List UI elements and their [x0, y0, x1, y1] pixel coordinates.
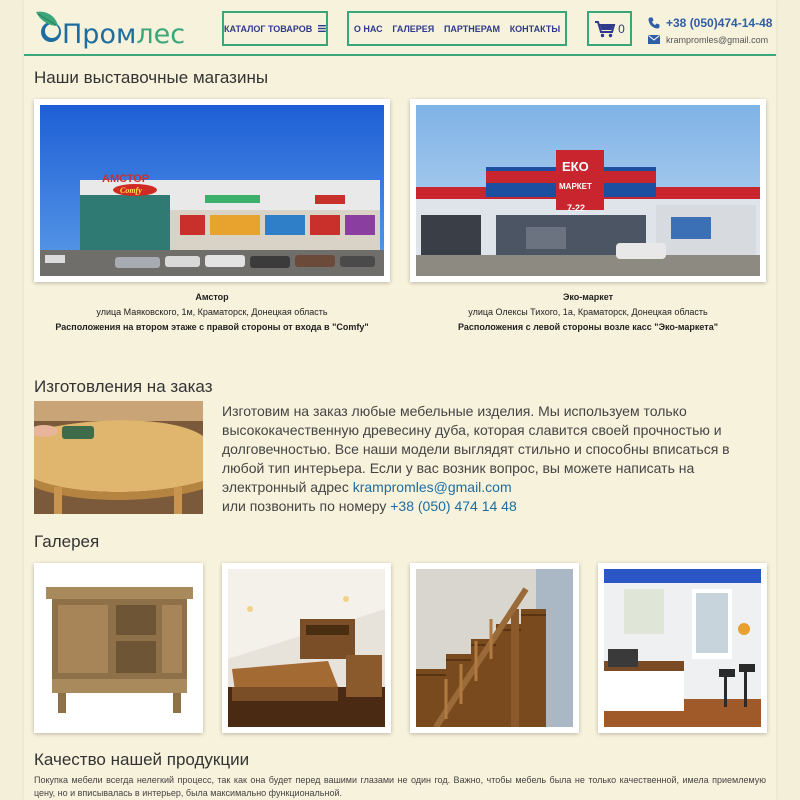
market-sign: МАРКЕТ [559, 182, 592, 191]
header-email[interactable]: krampromles@gmail.com [666, 35, 768, 45]
quality-text: Покупка мебели всегда нелегкий процесс, … [34, 775, 766, 798]
nav-contacts[interactable]: КОНТАКТЫ [510, 24, 560, 34]
phone-icon [648, 17, 660, 29]
order-text-block: Изготовим на заказ любые мебельные издел… [222, 402, 762, 516]
gallery-title: Галерея [34, 532, 100, 551]
nav-about[interactable]: О НАС [354, 24, 383, 34]
order-email-link[interactable]: krampromles@gmail.com [353, 479, 512, 495]
header-phone[interactable]: +38 (050)474-14-48 [666, 16, 772, 30]
store-photo-ekomarket[interactable]: ЕКО МАРКЕТ 7-22 [410, 99, 766, 282]
gallery-item-tv-cabinet[interactable] [34, 563, 203, 733]
hours-sign: 7-22 [567, 203, 585, 213]
kitchen-photo [604, 569, 761, 727]
store-caption-ekomarket: Эко-маркет улица Олексы Тихого, 1а, Крам… [410, 290, 766, 335]
store-name: Эко-маркет [562, 292, 614, 302]
catalog-button[interactable]: КАТАЛОГ ТОВАРОВ [222, 11, 328, 46]
workshop-photo [34, 401, 203, 514]
store-caption-amstor: Амстор улица Маяковского, 1м, Краматорск… [34, 290, 390, 335]
nav-gallery[interactable]: ГАЛЕРЕЯ [392, 24, 434, 34]
store-address: улица Олексы Тихого, 1а, Краматорск, Дон… [468, 307, 708, 317]
eko-sign: ЕКО [562, 159, 589, 174]
order-phone-link[interactable]: +38 (050) 474 14 48 [390, 498, 517, 514]
ekomarket-photo: ЕКО МАРКЕТ 7-22 [416, 105, 760, 276]
site-header: Промлес КАТАЛОГ ТОВАРОВ О НАС ГАЛЕРЕЯ ПА… [24, 0, 776, 56]
gallery-item-kitchen[interactable] [598, 563, 767, 733]
tv-cabinet-photo [40, 569, 197, 727]
header-contacts: +38 (050)474-14-48 krampromles@gmail.com [648, 14, 776, 48]
amstor-photo: АМСТОР Comfy [40, 105, 384, 276]
staircase-photo [416, 569, 573, 727]
store-photo-amstor[interactable]: АМСТОР Comfy [34, 99, 390, 282]
leaf-icon [36, 11, 61, 42]
cart-button[interactable]: 0 [587, 11, 632, 46]
catalog-label: КАТАЛОГ ТОВАРОВ [224, 23, 313, 34]
amstor-sign: АМСТОР [102, 173, 149, 185]
hamburger-icon [318, 24, 326, 33]
cart-count: 0 [618, 21, 625, 36]
store-name: Амстор [195, 292, 229, 302]
order-phone-prefix: или позвонить по номеру [222, 498, 391, 514]
store-note: Расположения с левой стороны возле касс … [458, 322, 718, 332]
logo-text: Промлес [62, 19, 185, 50]
store-note: Расположения на втором этаже с правой ст… [55, 322, 369, 332]
logo-part2: лес [136, 19, 186, 50]
nav-partners[interactable]: ПАРТНЕРАМ [444, 24, 500, 34]
envelope-icon [648, 35, 660, 44]
gallery-item-staircase[interactable] [410, 563, 579, 733]
bedroom-photo [228, 569, 385, 727]
logo-part1: Пром [62, 19, 137, 50]
page: Промлес КАТАЛОГ ТОВАРОВ О НАС ГАЛЕРЕЯ ПА… [24, 0, 776, 800]
logo[interactable]: Промлес [34, 8, 185, 50]
stores-title: Наши выставочные магазины [34, 68, 269, 87]
comfy-sign: Comfy [120, 186, 142, 195]
gallery-item-bedroom[interactable] [222, 563, 391, 733]
store-address: улица Маяковского, 1м, Краматорск, Донец… [96, 307, 328, 317]
order-photo [34, 401, 203, 514]
main-nav: О НАС ГАЛЕРЕЯ ПАРТНЕРАМ КОНТАКТЫ [347, 11, 567, 46]
quality-title: Качество нашей продукции [34, 750, 250, 769]
cart-icon [595, 20, 616, 37]
order-title: Изготовления на заказ [34, 377, 213, 396]
